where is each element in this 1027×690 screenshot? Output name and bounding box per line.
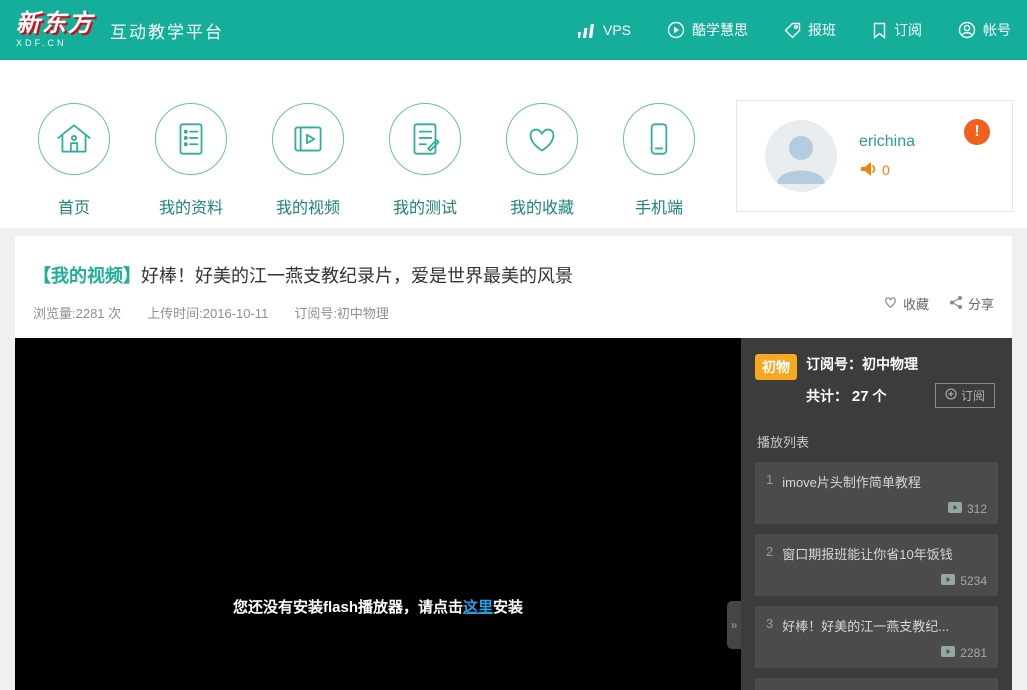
share-label: 分享 (968, 294, 994, 313)
header-nav-account[interactable]: 帐号 (958, 20, 1011, 40)
logo-subtext: XDF.CN (16, 39, 94, 48)
test-doc-icon (389, 103, 461, 175)
video-player[interactable]: 您还没有安装flash播放器，请点击这里安装 (15, 338, 741, 690)
subscribe-button[interactable]: 订阅 (935, 383, 995, 408)
item-title: imove片头制作简单教程 (782, 472, 921, 491)
nav-label: 我的视频 (272, 194, 344, 218)
playlist-title: 播放列表 (757, 432, 1007, 451)
video-count-icon (948, 502, 962, 516)
favorite-button[interactable]: 收藏 (883, 294, 929, 313)
play-circle-icon (667, 21, 685, 39)
item-play-count: 2281 (960, 646, 987, 660)
tag-icon (784, 22, 801, 39)
header-nav-label: 订阅 (894, 20, 922, 40)
header-nav-label: 帐号 (983, 20, 1011, 40)
platform-title: 互动教学平台 (110, 18, 224, 43)
header-nav-label: 酷学慧思 (692, 20, 748, 40)
flash-message-text: 安装 (493, 599, 523, 616)
video-info-bar: 【我的视频】好棒！好美的江一燕支教纪录片，爱是世界最美的风景 浏览量:2281 … (15, 236, 1012, 338)
playlist-sidebar: 初物 订阅号：初中物理 共计： 27 个 (741, 338, 1012, 690)
favorite-label: 收藏 (903, 294, 929, 313)
notification-badge[interactable]: ! (964, 119, 990, 145)
user-circle-icon (958, 21, 976, 39)
heart-outline-icon (883, 295, 898, 312)
avatar[interactable] (765, 120, 837, 192)
header-nav-label: 报班 (808, 20, 836, 40)
item-index: 3 (766, 616, 773, 635)
share-icon (949, 295, 963, 313)
total-value: 27 (852, 388, 869, 405)
home-icon (38, 103, 110, 175)
flash-message: 您还没有安装flash播放器，请点击这里安装 (15, 596, 741, 617)
playlist-item[interactable]: 1 imove片头制作简单教程 312 (755, 462, 998, 524)
content-card: 【我的视频】好棒！好美的江一燕支教纪录片，爱是世界最美的风景 浏览量:2281 … (15, 236, 1012, 690)
upload-time: 上传时间:2016-10-11 (147, 303, 268, 322)
sidebar-collapse-handle[interactable]: » (727, 601, 741, 649)
sidebar-channel-name: 订阅号：初中物理 (806, 354, 1007, 374)
channel-badge: 初物 (755, 354, 797, 380)
plus-circle-icon (945, 388, 957, 403)
nav-label: 我的收藏 (506, 194, 578, 218)
app-header: 新东方 XDF.CN 互动教学平台 VPS (0, 0, 1027, 60)
header-nav-subscribe[interactable]: 订阅 (872, 20, 922, 40)
phone-icon (623, 103, 695, 175)
video-title: 好棒！好美的江一燕支教纪录片，爱是世界最美的风景 (141, 266, 573, 286)
nav-label: 我的资料 (155, 194, 227, 218)
total-count: 共计： 27 个 (806, 386, 886, 406)
nav-item-tests[interactable]: 我的测试 (389, 103, 461, 218)
nav-item-materials[interactable]: 我的资料 (155, 103, 227, 218)
item-title: 好棒！好美的江一燕支教纪... (782, 616, 949, 635)
points-row[interactable]: 0 (859, 161, 915, 180)
video-title-line: 【我的视频】好棒！好美的江一燕支教纪录片，爱是世界最美的风景 (33, 262, 994, 288)
header-nav-baoban[interactable]: 报班 (784, 20, 836, 40)
nav-item-videos[interactable]: 我的视频 (272, 103, 344, 218)
header-nav: VPS 酷学慧思 报班 (578, 20, 1011, 40)
nav-label: 我的测试 (389, 194, 461, 218)
nav-item-home[interactable]: 首页 (38, 103, 110, 218)
username[interactable]: erichina (859, 133, 915, 151)
total-label: 共计： (806, 388, 848, 404)
playlist-item[interactable]: 3 好棒！好美的江一燕支教纪... 2281 (755, 606, 998, 668)
bookmark-icon (872, 22, 887, 39)
video-meta: 浏览量:2281 次 上传时间:2016-10-11 订阅号:初中物理 (33, 303, 994, 322)
nav-item-mobile[interactable]: 手机端 (623, 103, 695, 218)
channel-header: 初物 订阅号：初中物理 共计： 27 个 (755, 354, 1007, 408)
signal-bars-icon (578, 23, 596, 38)
subscribe-label: 订阅 (961, 387, 985, 404)
nav-item-favorites[interactable]: 我的收藏 (506, 103, 578, 218)
share-button[interactable]: 分享 (949, 294, 994, 313)
logo-text: 新东方 (16, 12, 94, 36)
video-count-icon (941, 646, 955, 660)
channel-name: 订阅号:初中物理 (294, 303, 389, 322)
video-actions: 收藏 分享 (883, 294, 994, 313)
player-row: 您还没有安装flash播放器，请点击这里安装 » 初物 订阅号：初中物理 共计：… (15, 338, 1012, 690)
total-unit: 个 (872, 388, 886, 404)
playlist-item[interactable]: 4 2016初二物理课改：谁是参... (755, 678, 998, 690)
heart-icon (506, 103, 578, 175)
video-category: 【我的视频】 (33, 266, 141, 286)
item-index: 1 (766, 472, 773, 491)
video-icon (272, 103, 344, 175)
header-nav-label: VPS (603, 22, 631, 38)
user-card: erichina 0 ! (736, 100, 1013, 212)
item-play-count: 312 (967, 502, 987, 516)
xdf-logo[interactable]: 新东方 XDF.CN (16, 12, 94, 48)
item-play-count: 5234 (960, 574, 987, 588)
header-nav-kuxue[interactable]: 酷学慧思 (667, 20, 748, 40)
header-nav-vps[interactable]: VPS (578, 22, 631, 38)
video-count-icon (941, 574, 955, 588)
views-count: 浏览量:2281 次 (33, 303, 121, 322)
playlist-item[interactable]: 2 窗口期报班能让你省10年饭钱 5234 (755, 534, 998, 596)
page: 新东方 XDF.CN 互动教学平台 VPS (0, 0, 1027, 690)
nav-label: 手机端 (623, 194, 695, 218)
nav-label: 首页 (38, 194, 110, 218)
points-value: 0 (882, 162, 890, 178)
flash-install-link[interactable]: 这里 (463, 599, 493, 616)
flash-message-text: 您还没有安装flash播放器，请点击 (233, 599, 463, 616)
profile-doc-icon (155, 103, 227, 175)
item-index: 2 (766, 544, 773, 563)
item-title: 窗口期报班能让你省10年饭钱 (782, 544, 952, 563)
speaker-icon (859, 161, 877, 180)
